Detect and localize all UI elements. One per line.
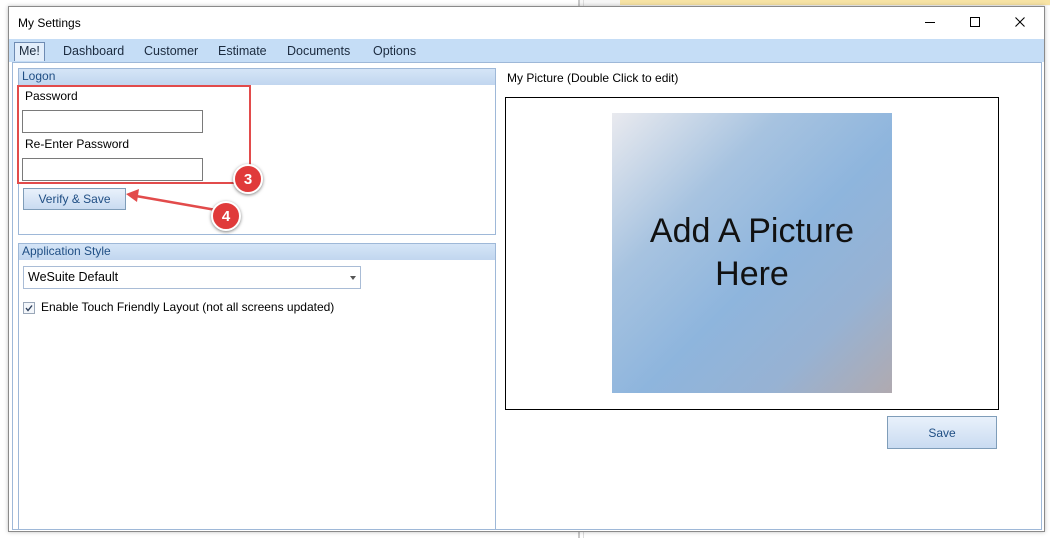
picture-frame[interactable]: Add A Picture Here bbox=[505, 97, 999, 410]
background-yellow-bar bbox=[620, 0, 1050, 5]
tab-dashboard[interactable]: Dashboard bbox=[59, 43, 128, 61]
picture-save-button[interactable]: Save bbox=[887, 416, 997, 449]
verify-save-button[interactable]: Verify & Save bbox=[23, 188, 126, 210]
tab-options[interactable]: Options bbox=[369, 43, 420, 61]
picture-placeholder-line2: Here bbox=[715, 255, 789, 293]
step-badge-4: 4 bbox=[211, 201, 241, 231]
title-bar[interactable]: My Settings bbox=[9, 7, 1044, 37]
annotation-arrow-icon bbox=[126, 189, 217, 212]
picture-header: My Picture (Double Click to edit) bbox=[507, 71, 679, 85]
minimize-icon bbox=[925, 22, 935, 23]
picture-placeholder-line1: Add A Picture bbox=[649, 212, 855, 250]
window-title: My Settings bbox=[18, 16, 81, 30]
style-dropdown[interactable]: WeSuite Default bbox=[23, 266, 361, 289]
checkmark-icon bbox=[25, 305, 33, 312]
maximize-button[interactable] bbox=[952, 7, 998, 37]
logon-group-header: Logon bbox=[19, 69, 495, 85]
password-fields-highlight bbox=[17, 85, 251, 184]
minimize-button[interactable] bbox=[907, 7, 953, 37]
profile-picture-placeholder[interactable]: Add A Picture Here bbox=[612, 113, 892, 393]
style-dropdown-value: WeSuite Default bbox=[28, 270, 119, 284]
tab-customer[interactable]: Customer bbox=[140, 43, 202, 61]
close-button[interactable] bbox=[997, 7, 1043, 37]
step-badge-3: 3 bbox=[233, 164, 263, 194]
close-icon bbox=[1015, 17, 1025, 27]
tab-estimate[interactable]: Estimate bbox=[214, 43, 271, 61]
touch-layout-label: Enable Touch Friendly Layout (not all sc… bbox=[41, 300, 335, 314]
tab-me[interactable]: Me! bbox=[14, 42, 45, 61]
application-style-header: Application Style bbox=[19, 244, 495, 260]
dropdown-arrow-icon bbox=[350, 276, 356, 280]
tab-documents[interactable]: Documents bbox=[283, 43, 354, 61]
touch-layout-checkbox[interactable] bbox=[23, 302, 35, 314]
maximize-icon bbox=[970, 17, 980, 27]
application-style-group: Application Style WeSuite Default Enable… bbox=[18, 243, 496, 530]
tab-bar: Me! Dashboard Customer Estimate Document… bbox=[9, 39, 1044, 62]
